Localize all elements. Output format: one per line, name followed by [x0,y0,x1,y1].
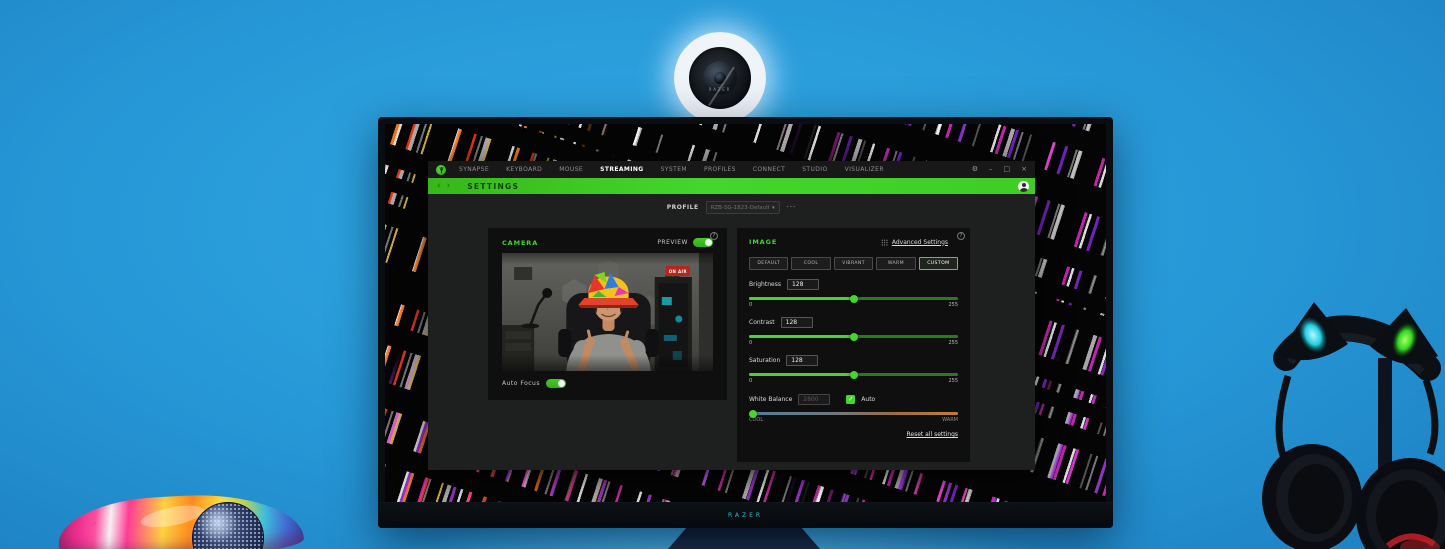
monitor-bezel: RAZER [378,502,1113,528]
menu-synapse[interactable]: SYNAPSE [459,166,489,173]
main-menu: SYNAPSE KEYBOARD MOUSE STREAMING SYSTEM … [459,166,972,173]
slider-min: 0 [749,378,752,384]
auto-checkbox[interactable]: ✓ [846,395,855,404]
chevron-down-icon: ▾ [772,205,775,211]
webcam-brand-text: RAZER [689,87,751,92]
saturation-row: Saturation 128 0 255 [749,355,958,384]
camera-panel-title: CAMERA [502,239,538,247]
preset-vibrant[interactable]: VIBRANT [834,257,873,270]
brightness-row: Brightness 128 0 255 [749,279,958,308]
brightness-slider-thumb[interactable] [850,295,858,303]
preset-cool[interactable]: COOL [791,257,830,270]
razer-logo-icon [436,165,446,175]
contrast-row: Contrast 128 0 255 [749,317,958,346]
preset-custom[interactable]: CUSTOM [919,257,958,270]
webcam-preview-image: ON AIR [502,253,713,371]
gear-icon[interactable]: ⚙ [972,166,978,173]
synapse-window: SYNAPSE KEYBOARD MOUSE STREAMING SYSTEM … [428,161,1035,470]
info-icon[interactable]: ? [957,232,965,240]
menu-system[interactable]: SYSTEM [661,166,687,173]
white-balance-slider-thumb[interactable] [749,410,757,418]
saturation-slider[interactable] [749,373,958,376]
menu-keyboard[interactable]: KEYBOARD [506,166,542,173]
contrast-slider-thumb[interactable] [850,333,858,341]
cool-label: COOL [749,417,763,423]
auto-label: Auto [861,396,875,403]
brightness-value-input[interactable]: 128 [787,279,819,290]
profile-value: RZB-SG-1823-Default [711,205,769,211]
slider-max: 255 [948,302,958,308]
profile-row: PROFILE RZB-SG-1823-Default ▾ ··· [428,201,1035,214]
white-balance-value-input[interactable]: 2800 [798,394,830,405]
profile-more-button[interactable]: ··· [787,204,797,211]
camera-preview: ON AIR [502,253,713,371]
brightness-slider[interactable] [749,297,958,300]
preset-warm[interactable]: WARM [876,257,915,270]
on-air-text: ON AIR [669,269,687,274]
autofocus-label: Auto Focus [502,380,540,387]
monitor-screen: SYNAPSE KEYBOARD MOUSE STREAMING SYSTEM … [385,124,1106,502]
preset-buttons: DEFAULT COOL VIBRANT WARM CUSTOM [749,257,958,270]
image-panel: ? IMAGE Advanced Settings DEFAULT C [737,228,970,462]
menu-studio[interactable]: STUDIO [802,166,827,173]
cat-ear-headphones [1258,288,1445,549]
monitor-stand [668,528,820,549]
profile-label: PROFILE [667,204,699,211]
slider-min: 0 [749,302,752,308]
white-balance-slider-row: COOL WARM [749,412,958,423]
monitor-brand-text: RAZER [728,512,763,519]
advanced-settings-link[interactable]: Advanced Settings [881,239,948,246]
white-balance-row: White Balance 2800 ✓ Auto [749,394,958,405]
image-panel-title: IMAGE [749,238,777,246]
menu-visualizer[interactable]: VISUALIZER [845,166,884,173]
white-balance-slider[interactable] [749,412,958,415]
forward-chevron-icon[interactable]: › [447,182,451,191]
saturation-label: Saturation [749,357,780,364]
autofocus-toggle[interactable] [546,379,566,388]
preset-default[interactable]: DEFAULT [749,257,788,270]
menu-connect[interactable]: CONNECT [753,166,785,173]
menu-streaming[interactable]: STREAMING [600,166,644,173]
white-balance-label: White Balance [749,396,792,403]
cap-brim [578,298,638,305]
minimize-button[interactable]: – [989,166,993,173]
close-button[interactable]: × [1021,166,1027,173]
slider-max: 255 [948,378,958,384]
page-title: SETTINGS [467,182,519,191]
scene: RAZER SYNAPSE KEYBOARD MOUSE [0,0,1445,549]
camera-panel: ? CAMERA PREVIEW [488,228,727,400]
menu-mouse[interactable]: MOUSE [559,166,583,173]
contrast-value-input[interactable]: 128 [781,317,813,328]
webcam-ring-light: RAZER [674,32,766,124]
menu-profiles[interactable]: PROFILES [704,166,736,173]
preview-toggle[interactable] [693,238,713,247]
warm-label: WARM [942,417,958,423]
brightness-label: Brightness [749,281,781,288]
avatar[interactable] [1018,181,1029,192]
titlebar: SYNAPSE KEYBOARD MOUSE STREAMING SYSTEM … [428,161,1035,178]
monitor: SYNAPSE KEYBOARD MOUSE STREAMING SYSTEM … [378,117,1113,528]
profile-dropdown[interactable]: RZB-SG-1823-Default ▾ [706,201,780,214]
back-chevron-icon[interactable]: ‹ [437,182,441,191]
saturation-value-input[interactable]: 128 [786,355,818,366]
contrast-label: Contrast [749,319,775,326]
grid-icon [881,239,888,246]
slider-min: 0 [749,340,752,346]
window-controls: ⚙ – □ × [972,166,1027,173]
contrast-slider[interactable] [749,335,958,338]
preview-label: PREVIEW [657,239,688,246]
settings-content: PROFILE RZB-SG-1823-Default ▾ ··· ? CAME [428,194,1035,470]
reset-all-settings-link[interactable]: Reset all settings [906,431,958,438]
slider-max: 255 [948,340,958,346]
settings-header-bar: ‹ › SETTINGS [428,178,1035,194]
maximize-button[interactable]: □ [1004,166,1011,173]
saturation-slider-thumb[interactable] [850,371,858,379]
